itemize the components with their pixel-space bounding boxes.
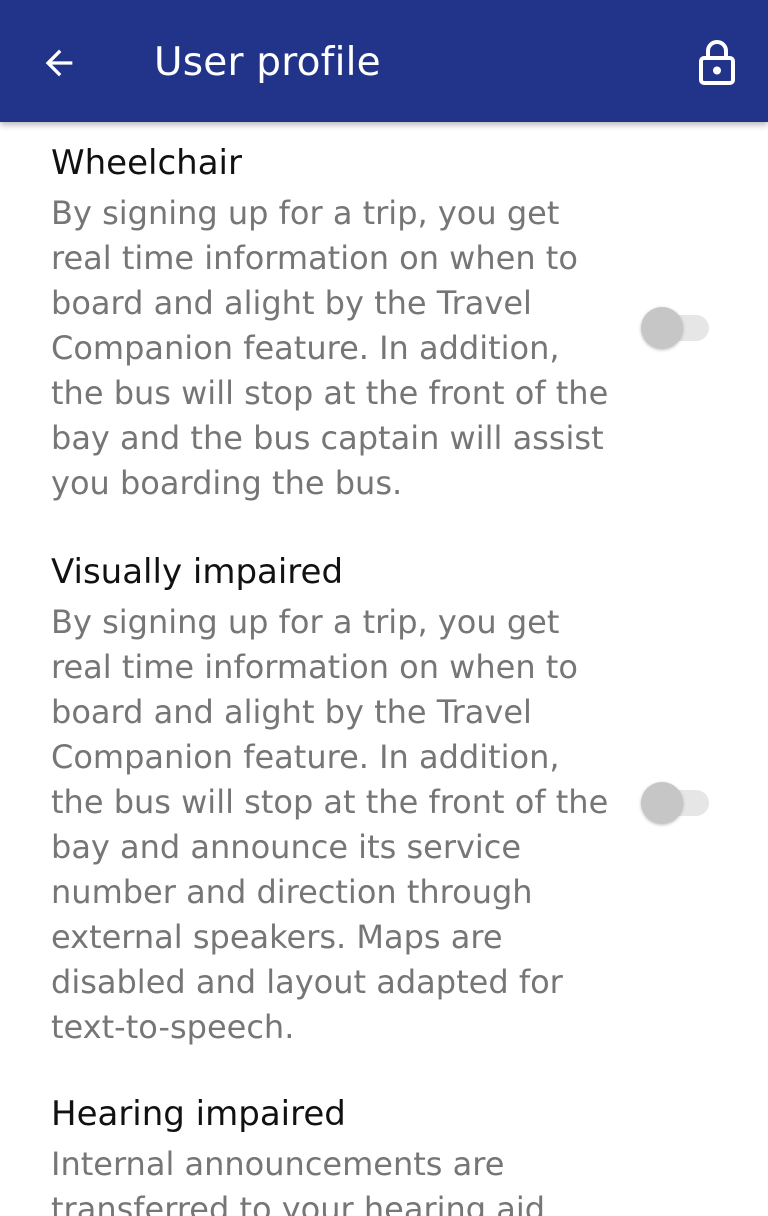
page-title: User profile [154, 40, 381, 85]
lock-button[interactable] [690, 34, 744, 90]
preference-hearing-impaired: Hearing impaired Internal announcements … [51, 1091, 768, 1216]
preference-description: By signing up for a trip, you get real t… [51, 194, 609, 502]
preference-title: Hearing impaired [51, 1094, 346, 1134]
lock-icon [699, 40, 735, 85]
preferences-list: Wheelchair By signing up for a trip, you… [0, 122, 768, 1216]
arrow-left-icon [45, 49, 73, 77]
wheelchair-toggle[interactable] [641, 303, 709, 349]
back-button[interactable] [36, 40, 82, 86]
toggle-thumb [641, 307, 683, 349]
toggle-thumb [641, 782, 683, 824]
preference-title: Wheelchair [51, 143, 242, 183]
visually-impaired-toggle[interactable] [641, 778, 709, 824]
preference-description: By signing up for a trip, you get real t… [51, 603, 609, 1046]
app-bar: User profile [0, 0, 768, 122]
preference-title: Visually impaired [51, 552, 344, 592]
preference-description: Internal announcements are transferred t… [51, 1145, 546, 1216]
